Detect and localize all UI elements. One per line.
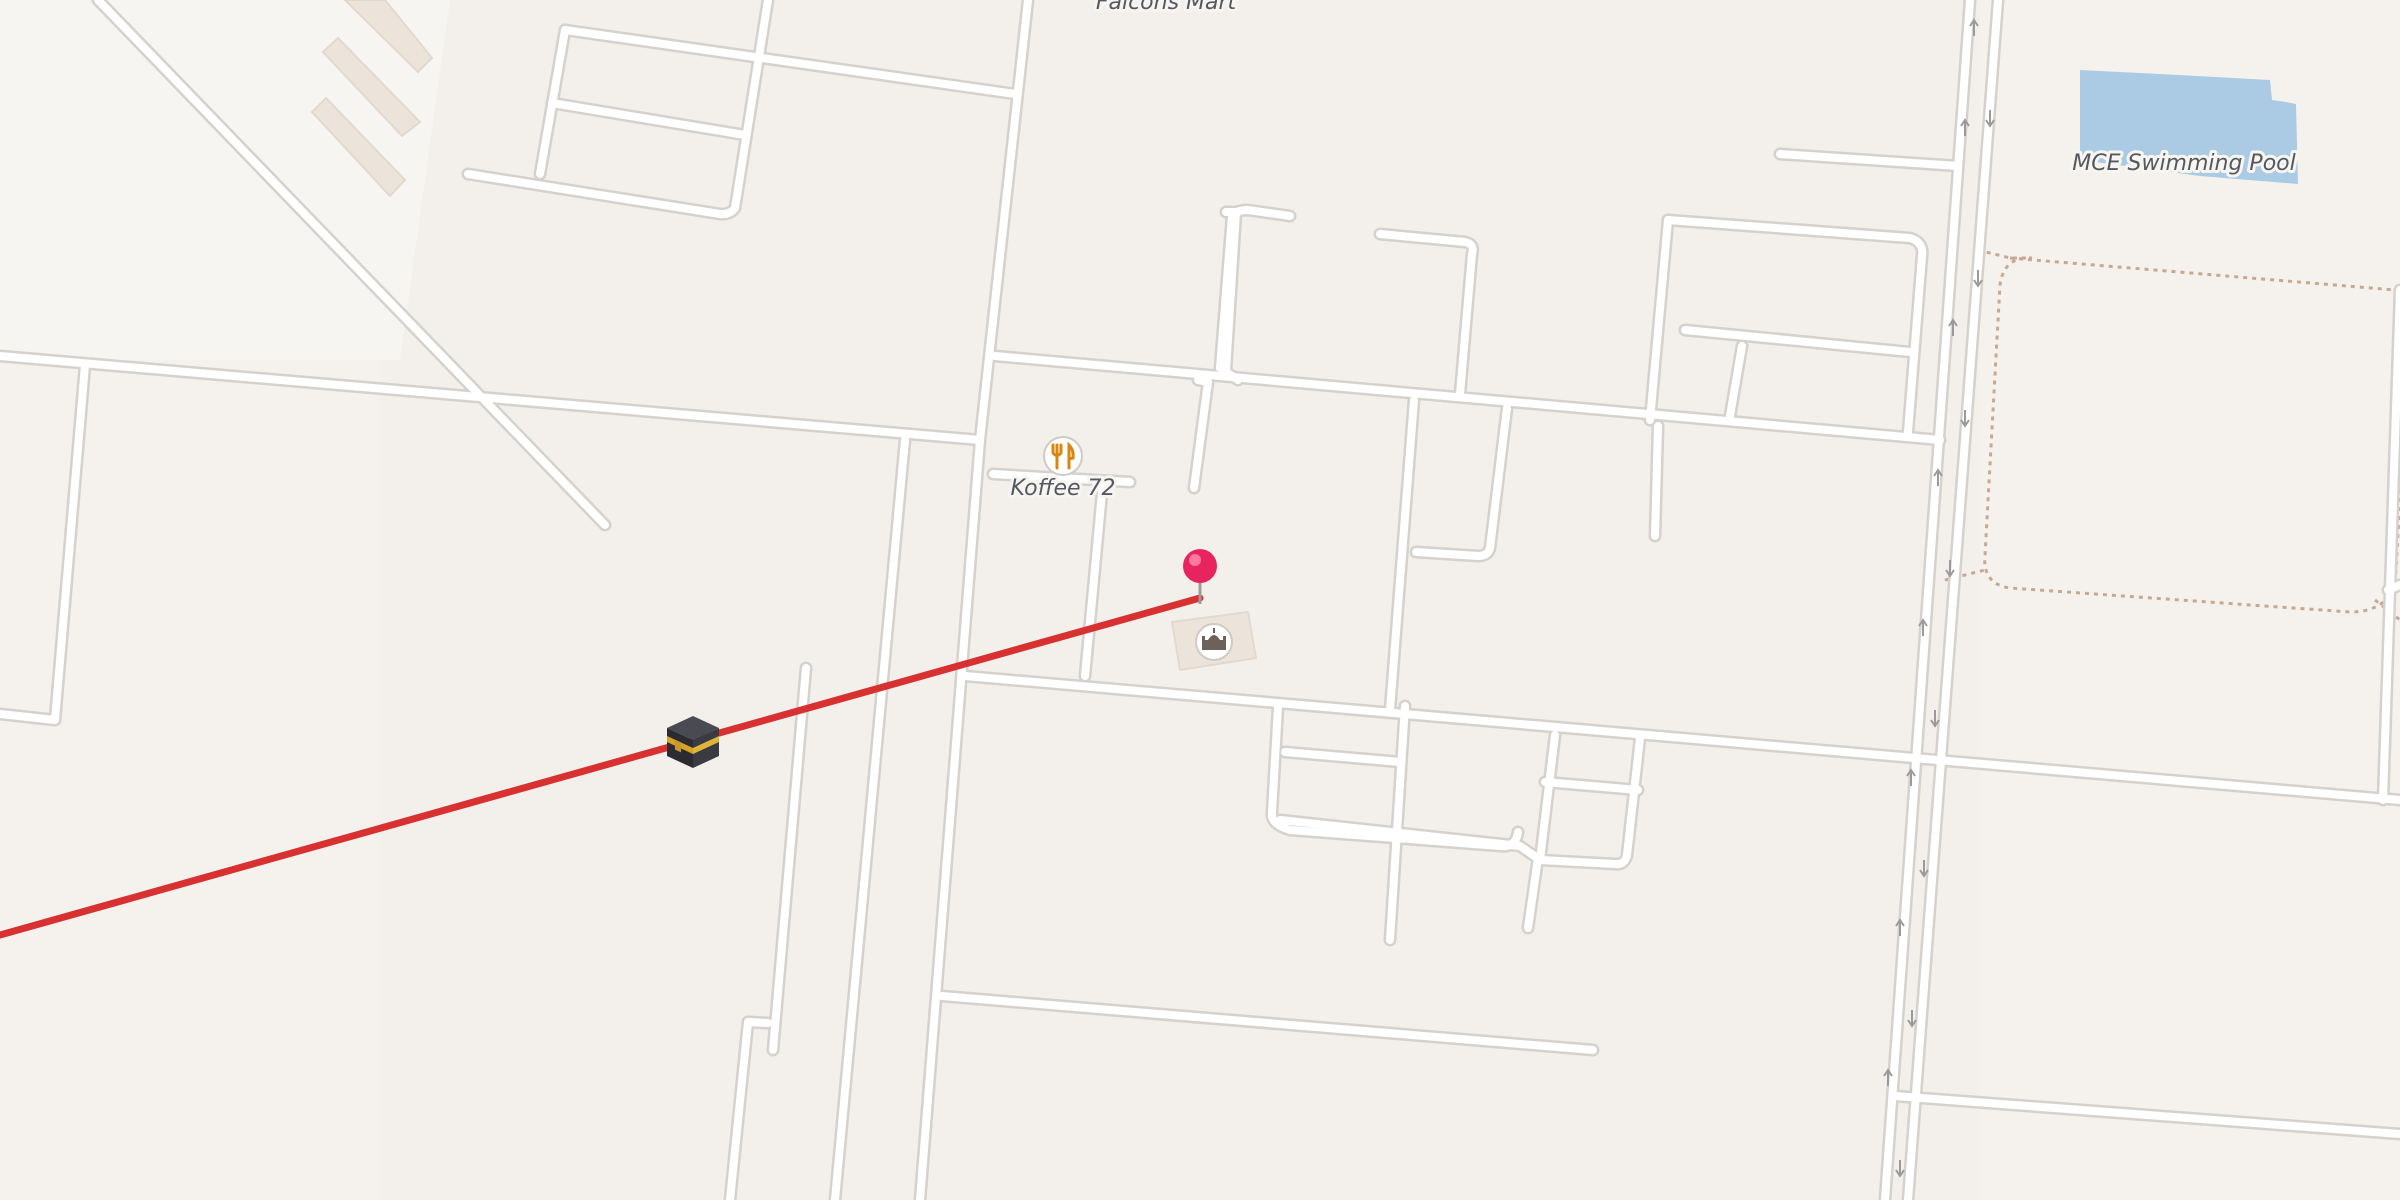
poi-label-falcons-mart[interactable]: Falcons Mart [1093,0,1241,18]
restaurant-poi[interactable] [1043,436,1083,476]
map-canvas[interactable]: Koffee 72 Falcons Mart MCE Swimming Pool [0,0,2400,1200]
poi-label-mce-swimming-pool[interactable]: MCE Swimming Pool [2069,148,2298,179]
mosque-poi[interactable] [1195,623,1233,661]
poi-label-koffee-72[interactable]: Koffee 72 [1007,473,1118,504]
